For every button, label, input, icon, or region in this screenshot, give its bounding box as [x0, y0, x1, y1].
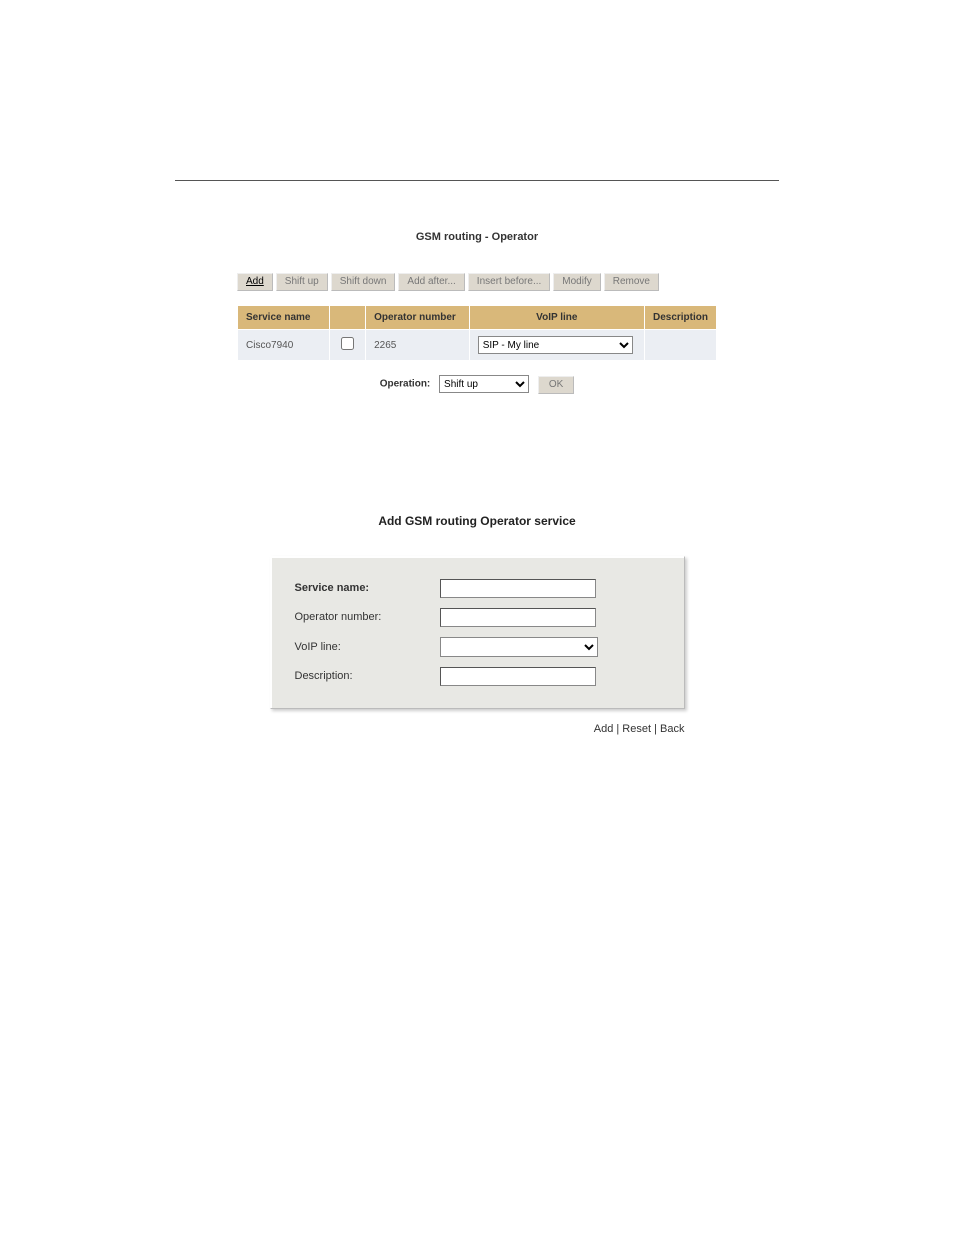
- sep: |: [651, 723, 660, 735]
- description-label: Description:: [295, 670, 440, 682]
- voip-line-input[interactable]: [440, 637, 598, 657]
- field-voip-line: VoIP line:: [295, 637, 660, 657]
- operation-row: Operation: Shift up OK: [237, 375, 717, 394]
- form-box: Service name: Operator number: VoIP line…: [270, 556, 685, 709]
- remove-button[interactable]: Remove: [604, 273, 659, 291]
- operation-select[interactable]: Shift up: [439, 375, 529, 393]
- operator-number-label: Operator number:: [295, 611, 440, 623]
- gsm-routing-operator-panel: GSM routing - Operator Add Shift up Shif…: [237, 221, 717, 394]
- operator-table: Service name Operator number VoIP line D…: [237, 305, 717, 361]
- cell-description: [644, 330, 716, 361]
- toolbar: Add Shift up Shift down Add after... Ins…: [237, 273, 717, 291]
- form-actions: Add | Reset | Back: [270, 723, 685, 735]
- operator-number-input[interactable]: [440, 608, 596, 627]
- voip-line-select[interactable]: SIP - My line: [478, 336, 633, 354]
- add-panel-title: Add GSM routing Operator service: [270, 514, 685, 528]
- field-operator-number: Operator number:: [295, 608, 660, 627]
- add-link[interactable]: Add: [594, 723, 614, 735]
- section-rule: [175, 180, 779, 181]
- col-service-name: Service name: [238, 306, 330, 330]
- back-link[interactable]: Back: [660, 723, 684, 735]
- ok-button[interactable]: OK: [538, 376, 574, 394]
- description-input[interactable]: [440, 667, 596, 686]
- field-service-name: Service name:: [295, 579, 660, 598]
- cell-service-name: Cisco7940: [238, 330, 330, 361]
- insert-before-button[interactable]: Insert before...: [468, 273, 550, 291]
- row-checkbox[interactable]: [341, 337, 354, 350]
- shift-down-button[interactable]: Shift down: [331, 273, 396, 291]
- operation-label: Operation:: [380, 379, 431, 390]
- shift-up-button[interactable]: Shift up: [276, 273, 328, 291]
- add-button[interactable]: Add: [237, 273, 273, 291]
- col-description: Description: [644, 306, 716, 330]
- sep: |: [613, 723, 622, 735]
- col-checkbox: [330, 306, 366, 330]
- cell-checkbox: [330, 330, 366, 361]
- modify-button[interactable]: Modify: [553, 273, 600, 291]
- add-operator-service-panel: Add GSM routing Operator service Service…: [270, 514, 685, 735]
- panel-title: GSM routing - Operator: [237, 231, 717, 243]
- voip-line-label: VoIP line:: [295, 641, 440, 653]
- cell-voip-line: SIP - My line: [469, 330, 644, 361]
- table-row: Cisco7940 2265 SIP - My line: [238, 330, 717, 361]
- service-name-input[interactable]: [440, 579, 596, 598]
- service-name-label: Service name:: [295, 582, 440, 594]
- field-description: Description:: [295, 667, 660, 686]
- col-operator-number: Operator number: [366, 306, 470, 330]
- add-after-button[interactable]: Add after...: [398, 273, 464, 291]
- cell-operator-number: 2265: [366, 330, 470, 361]
- reset-link[interactable]: Reset: [622, 723, 651, 735]
- col-voip-line: VoIP line: [469, 306, 644, 330]
